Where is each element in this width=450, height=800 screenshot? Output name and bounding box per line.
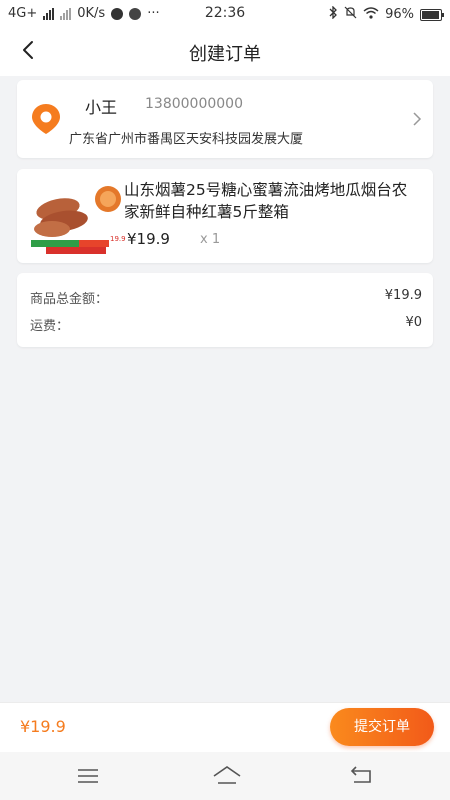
menu-icon[interactable] [76, 764, 100, 788]
status-right: 96% [328, 5, 444, 23]
product-thumbnail: 19.9 [28, 183, 128, 255]
product-price: ¥19.9 [127, 230, 170, 248]
back-nav-icon[interactable] [350, 764, 374, 788]
subtotal-value: ¥19.9 [384, 288, 422, 303]
recipient-name: 小王 [85, 98, 118, 117]
status-bar: 4G+ 0K/s ··· 22:36 96% [0, 0, 450, 28]
home-icon[interactable] [212, 764, 242, 788]
shipping-row: 运费： ¥0 [30, 315, 422, 334]
bluetooth-icon [328, 5, 338, 23]
subtotal-label: 商品总金额： [30, 292, 109, 307]
product-quantity: x 1 [200, 232, 221, 247]
page-header: 创建订单 [0, 28, 450, 76]
order-total: ¥19.9 [20, 717, 66, 736]
battery-level [422, 10, 439, 19]
battery-icon [420, 8, 444, 21]
address-card[interactable]: 小王 13800000000 广东省广州市番禺区天安科技园发展大厦 [17, 80, 433, 158]
wifi-icon [363, 6, 379, 23]
recipient-phone: 13800000000 [145, 96, 243, 112]
shipping-value: ¥0 [405, 315, 422, 330]
submit-order-button[interactable]: 提交订单 [330, 708, 434, 746]
mute-icon [344, 6, 357, 23]
shipping-label: 运费： [30, 319, 70, 334]
product-card[interactable]: 19.9 山东烟薯25号糖心蜜薯流油烤地瓜烟台农家新鲜自种红薯5斤整箱 ¥19.… [17, 169, 433, 263]
page-title: 创建订单 [189, 44, 261, 65]
price-summary-card: 商品总金额： ¥19.9 运费： ¥0 [17, 273, 433, 347]
product-title: 山东烟薯25号糖心蜜薯流油烤地瓜烟台农家新鲜自种红薯5斤整箱 [124, 181, 408, 221]
checkout-bar: ¥19.9 提交订单 [0, 702, 450, 753]
location-pin-icon [29, 102, 63, 136]
subtotal-row: 商品总金额： ¥19.9 [30, 288, 422, 307]
system-nav-bar [0, 752, 450, 800]
address-detail: 广东省广州市番禺区天安科技园发展大厦 [69, 132, 304, 147]
battery-percent: 96% [385, 7, 414, 22]
thumb-badge-price: 19.9 [110, 235, 126, 243]
chevron-right-icon[interactable] [411, 111, 423, 127]
